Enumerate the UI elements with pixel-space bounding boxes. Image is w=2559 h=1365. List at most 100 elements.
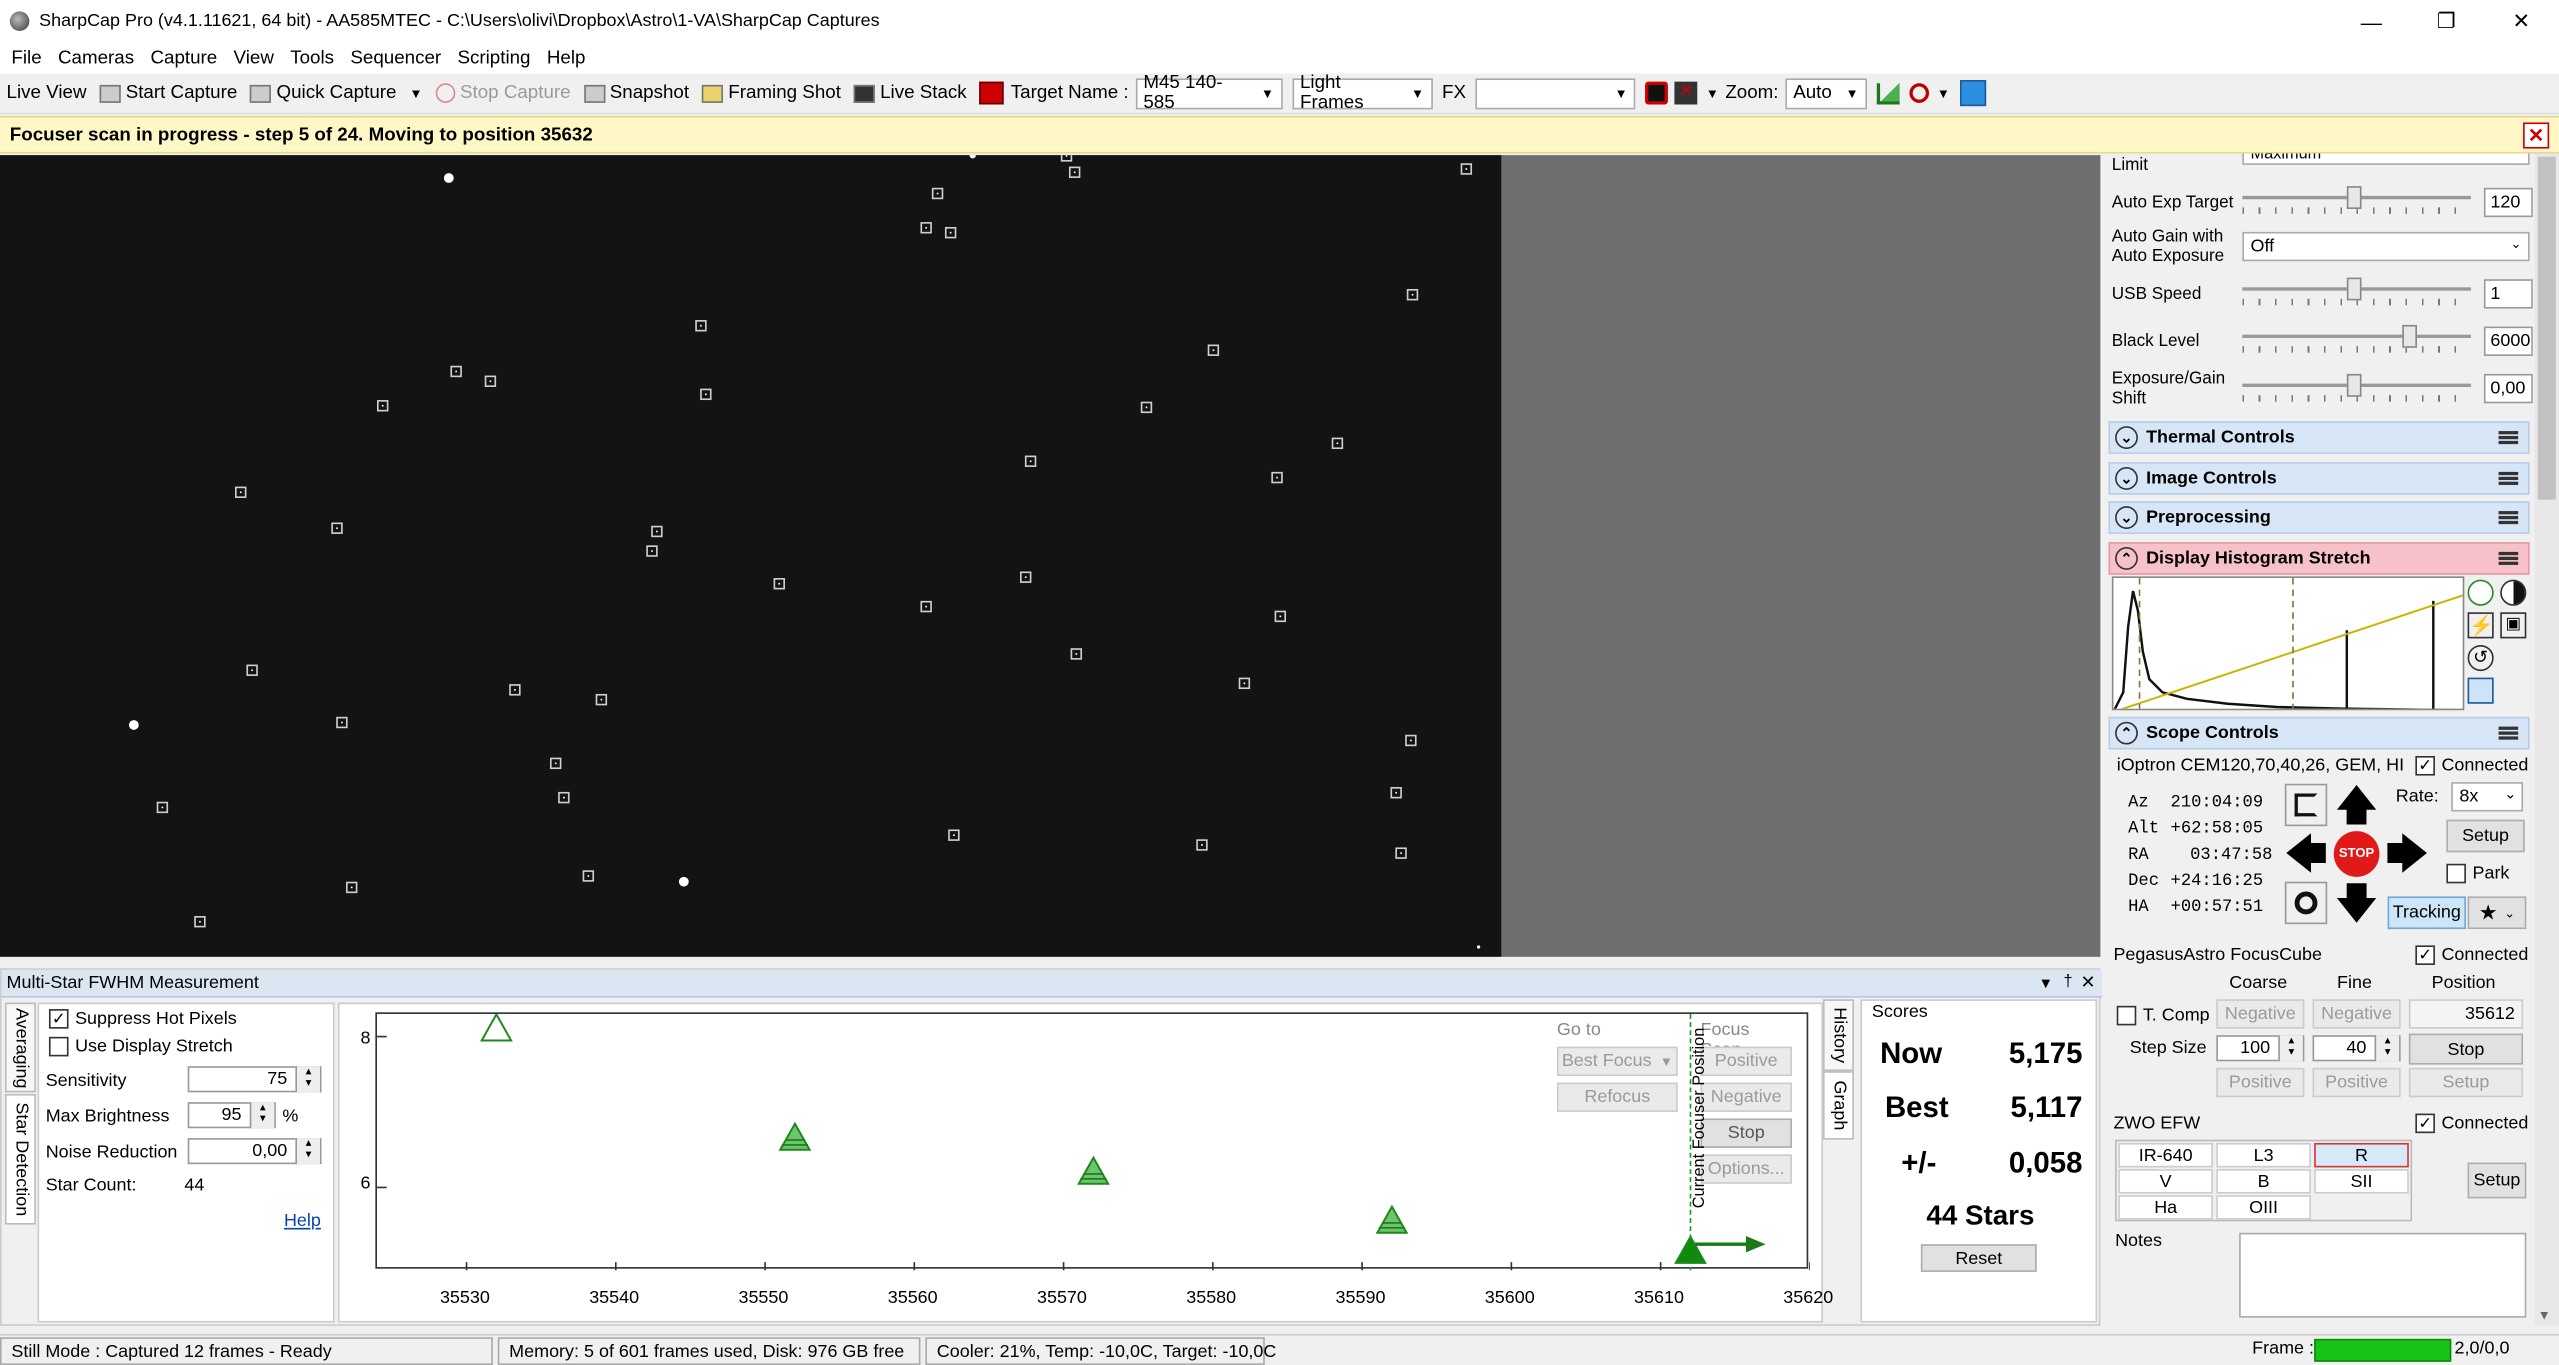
auto-stretch-icon[interactable] bbox=[2467, 579, 2494, 606]
coarse-positive-button[interactable]: Positive bbox=[2216, 1067, 2305, 1098]
coarse-negative-button[interactable]: Negative bbox=[2216, 999, 2305, 1029]
close-notification-button[interactable]: ✕ bbox=[2523, 122, 2550, 149]
max-brightness-input[interactable]: 95 bbox=[187, 1102, 276, 1129]
tab-averaging[interactable]: Averaging bbox=[4, 1002, 36, 1093]
histogram-icon[interactable] bbox=[1876, 82, 1900, 104]
crosshair-icon[interactable] bbox=[2284, 881, 2328, 925]
live-stack-button[interactable]: Live Stack bbox=[853, 83, 967, 103]
camera-image[interactable] bbox=[0, 155, 1502, 957]
arrow-left-icon[interactable]: 🡄 bbox=[2282, 831, 2331, 877]
contrast-icon[interactable] bbox=[2500, 579, 2527, 606]
filter-ha[interactable]: Ha bbox=[2118, 1195, 2213, 1220]
snapshot-button[interactable]: Snapshot bbox=[583, 83, 689, 103]
target-name-combo[interactable]: M45 140-585 ▼ bbox=[1135, 73, 1283, 113]
spiral-search-icon[interactable] bbox=[2284, 783, 2328, 827]
auto-exp-target-input[interactable]: 120 bbox=[2483, 187, 2533, 218]
scope-connected-checkbox[interactable]: ✓ Connected bbox=[2415, 755, 2528, 776]
menu-sequencer[interactable]: Sequencer bbox=[350, 48, 441, 68]
limit-select[interactable]: Maximum bbox=[2242, 153, 2530, 165]
exp-gain-shift-input[interactable]: 0,00 bbox=[2483, 373, 2533, 404]
usb-speed-slider[interactable] bbox=[2242, 277, 2471, 306]
frame-type-combo[interactable]: Light Frames ▼ bbox=[1291, 73, 1433, 113]
close-window-button[interactable]: ✕ bbox=[2484, 0, 2559, 42]
help-link[interactable]: Help bbox=[284, 1212, 321, 1232]
stop-capture-button[interactable]: Stop Capture bbox=[435, 83, 571, 103]
rate-select[interactable]: 8x ⌄ bbox=[2451, 782, 2524, 812]
filter-l3[interactable]: L3 bbox=[2216, 1142, 2311, 1168]
menu-icon[interactable] bbox=[2498, 431, 2519, 445]
focus-scan-stop-button[interactable]: Stop bbox=[1700, 1118, 1792, 1148]
section-preprocessing[interactable]: ⌄ Preprocessing bbox=[2108, 501, 2530, 534]
arrow-up-icon[interactable]: 🡅 bbox=[2334, 780, 2380, 829]
focuser-stop-button[interactable]: Stop bbox=[2408, 1033, 2524, 1065]
best-focus-select[interactable]: Best Focus ▼ bbox=[1556, 1046, 1678, 1077]
black-level-slider[interactable] bbox=[2242, 324, 2471, 353]
close-panel-icon[interactable]: ✕ bbox=[2080, 970, 2095, 996]
filter-ir-640[interactable]: IR-640 bbox=[2118, 1142, 2213, 1168]
section-scope-controls[interactable]: ⌃ Scope Controls bbox=[2108, 716, 2530, 750]
noise-reduction-input[interactable]: 0,00 bbox=[187, 1138, 322, 1165]
zoom-combo[interactable]: Auto ▼ bbox=[1785, 77, 1867, 109]
exp-gain-shift-slider[interactable] bbox=[2242, 373, 2471, 402]
cross-overlay-icon[interactable]: ✕ ▼ bbox=[1674, 81, 1719, 105]
focus-scan-negative-button[interactable]: Negative bbox=[1700, 1082, 1792, 1112]
focuser-connected-checkbox[interactable]: ✓ Connected bbox=[2415, 945, 2528, 965]
auto-exp-target-slider[interactable] bbox=[2242, 186, 2471, 214]
focus-scan-options-button[interactable]: Options... bbox=[1700, 1154, 1792, 1184]
quick-capture-button[interactable]: Quick Capture ▼ bbox=[250, 83, 422, 103]
fx-combo[interactable]: ▼ bbox=[1475, 77, 1636, 109]
menu-cameras[interactable]: Cameras bbox=[58, 48, 134, 68]
lock-icon[interactable]: ▣ bbox=[2500, 612, 2527, 639]
focus-scan-positive-button[interactable]: Positive bbox=[1700, 1046, 1792, 1077]
reset-button[interactable]: Reset bbox=[1920, 1244, 2037, 1272]
maximize-button[interactable]: ❐ bbox=[2409, 0, 2484, 42]
tab-graph[interactable]: Graph bbox=[1822, 1071, 1854, 1140]
menu-icon[interactable] bbox=[2498, 551, 2519, 565]
filter-b[interactable]: B bbox=[2216, 1169, 2311, 1194]
efw-connected-checkbox[interactable]: ✓ Connected bbox=[2415, 1113, 2528, 1134]
fine-step-input[interactable]: 40 bbox=[2312, 1035, 2401, 1062]
tracking-button[interactable]: Tracking bbox=[2387, 896, 2466, 930]
tracking-rate-select[interactable]: ★ ⌄ bbox=[2467, 896, 2527, 930]
fine-negative-button[interactable]: Negative bbox=[2312, 999, 2401, 1029]
panel-dropdown-icon[interactable]: ▼ bbox=[2038, 970, 2053, 996]
section-display-histogram-stretch[interactable]: ⌃ Display Histogram Stretch bbox=[2108, 542, 2530, 575]
start-capture-button[interactable]: Start Capture bbox=[99, 83, 237, 103]
menu-icon[interactable] bbox=[2498, 471, 2519, 485]
reticle-icon[interactable] bbox=[1645, 81, 1669, 105]
chevron-down-icon[interactable]: ▼ bbox=[410, 86, 423, 101]
use-display-stretch-checkbox[interactable]: Use Display Stretch bbox=[48, 1036, 233, 1057]
filter-v[interactable]: V bbox=[2118, 1169, 2213, 1194]
park-checkbox[interactable]: Park bbox=[2446, 863, 2509, 884]
menu-view[interactable]: View bbox=[234, 48, 274, 68]
reset-icon[interactable]: ↺ bbox=[2467, 644, 2494, 672]
chevron-down-icon[interactable]: ▼ bbox=[2538, 1308, 2551, 1323]
filter-oiii[interactable]: OIII bbox=[2216, 1195, 2311, 1220]
menu-help[interactable]: Help bbox=[547, 48, 586, 68]
fine-positive-button[interactable]: Positive bbox=[2312, 1067, 2401, 1098]
arrow-right-icon[interactable]: 🡆 bbox=[2383, 831, 2432, 877]
scope-stop-button[interactable]: STOP bbox=[2333, 831, 2380, 877]
histogram-display[interactable] bbox=[2111, 576, 2465, 711]
menu-scripting[interactable]: Scripting bbox=[457, 48, 530, 68]
filter-sii[interactable]: SII bbox=[2314, 1169, 2409, 1194]
minimize-button[interactable]: — bbox=[2334, 0, 2409, 42]
tab-history[interactable]: History bbox=[1822, 999, 1854, 1072]
record-icon[interactable] bbox=[979, 81, 1005, 105]
tab-star-detection[interactable]: Star Detection bbox=[4, 1093, 36, 1225]
menu-icon[interactable] bbox=[2498, 726, 2519, 740]
refocus-button[interactable]: Refocus bbox=[1556, 1082, 1678, 1112]
scrollbar-thumb[interactable] bbox=[2537, 156, 2556, 500]
save-icon[interactable] bbox=[2467, 677, 2494, 704]
menu-capture[interactable]: Capture bbox=[150, 48, 217, 68]
live-view-button[interactable]: Live View bbox=[7, 83, 87, 103]
scope-setup-button[interactable]: Setup bbox=[2446, 819, 2525, 853]
framing-shot-button[interactable]: Framing Shot bbox=[702, 83, 841, 103]
arrow-down-icon[interactable]: 🡇 bbox=[2334, 878, 2380, 927]
pin-icon[interactable]: † bbox=[2064, 970, 2073, 996]
section-image-controls[interactable]: ⌄ Image Controls bbox=[2108, 462, 2530, 495]
lightning-icon[interactable]: ⚡ bbox=[2467, 612, 2494, 639]
focus-assist-icon[interactable] bbox=[1959, 80, 1986, 107]
efw-setup-button[interactable]: Setup bbox=[2467, 1162, 2527, 1199]
focuser-setup-button[interactable]: Setup bbox=[2408, 1067, 2524, 1098]
